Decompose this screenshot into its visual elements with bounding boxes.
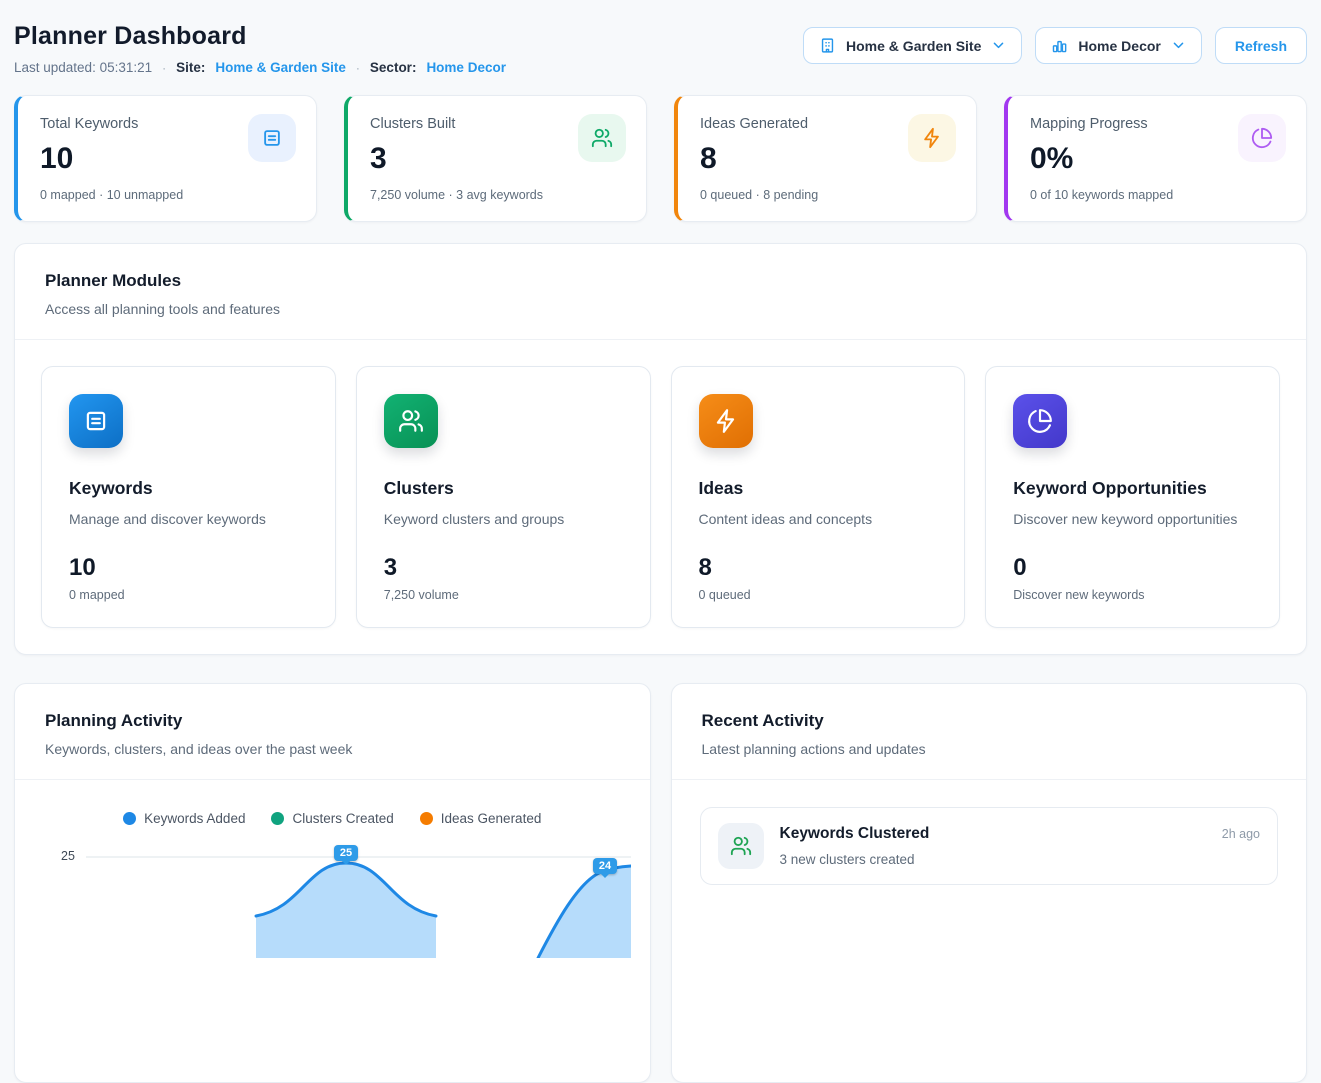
module-value: 3 [384, 554, 623, 582]
pie-chart-icon [1238, 114, 1286, 162]
stat-subtext: 0 of 10 keywords mapped [1030, 188, 1284, 202]
site-link[interactable]: Home & Garden Site [215, 60, 346, 75]
legend-item-ideas-generated[interactable]: Ideas Generated [420, 811, 542, 826]
module-description: Manage and discover keywords [69, 511, 308, 527]
bottom-row: Planning Activity Keywords, clusters, an… [14, 683, 1307, 1083]
legend-dot-icon [271, 812, 284, 825]
activity-description: 3 new clusters created [780, 852, 1206, 867]
site-label: Site: [176, 60, 205, 75]
legend-dot-icon [123, 812, 136, 825]
section-title: Planner Modules [45, 271, 1276, 291]
sector-selector-value: Home Decor [1078, 38, 1160, 54]
activity-text: Keywords Clustered 3 new clusters create… [780, 823, 1206, 867]
sector-selector-dropdown[interactable]: Home Decor [1035, 27, 1201, 64]
meta-separator: · [356, 61, 360, 75]
activity-title: Keywords Clustered [780, 825, 1206, 843]
stat-card-mapping-progress: Mapping Progress 0% 0 of 10 keywords map… [1004, 95, 1307, 222]
module-card-keywords[interactable]: Keywords Manage and discover keywords 10… [41, 366, 336, 628]
building-icon [819, 37, 836, 54]
section-title: Recent Activity [702, 711, 1277, 731]
users-icon [578, 114, 626, 162]
topbar-left: Planner Dashboard Last updated: 05:31:21… [14, 22, 506, 75]
planning-activity-header: Planning Activity Keywords, clusters, an… [15, 684, 650, 780]
document-icon [248, 114, 296, 162]
bar-chart-icon [1051, 37, 1068, 54]
module-title: Keyword Opportunities [1013, 478, 1252, 499]
module-card-ideas[interactable]: Ideas Content ideas and concepts 8 0 que… [671, 366, 966, 628]
refresh-button[interactable]: Refresh [1215, 27, 1307, 64]
legend-item-keywords-added[interactable]: Keywords Added [123, 811, 245, 826]
site-selector-dropdown[interactable]: Home & Garden Site [803, 27, 1022, 64]
stat-subtext: 7,250 volume · 3 avg keywords [370, 188, 624, 202]
chevron-down-icon [1171, 38, 1186, 53]
activity-area-chart: 25 25 24 [15, 838, 650, 978]
sector-label: Sector: [370, 60, 417, 75]
module-title: Clusters [384, 478, 623, 499]
module-description: Discover new keyword opportunities [1013, 511, 1252, 527]
pie-chart-icon [1013, 394, 1067, 448]
sector-link[interactable]: Home Decor [426, 60, 506, 75]
module-subtext: 7,250 volume [384, 588, 623, 602]
legend-dot-icon [420, 812, 433, 825]
section-subtitle: Latest planning actions and updates [702, 741, 1277, 757]
legend-label: Keywords Added [144, 811, 245, 826]
module-subtext: Discover new keywords [1013, 588, 1252, 602]
section-title: Planning Activity [45, 711, 620, 731]
module-value: 8 [699, 554, 938, 582]
legend-item-clusters-created[interactable]: Clusters Created [271, 811, 393, 826]
zap-icon [908, 114, 956, 162]
module-value: 0 [1013, 554, 1252, 582]
module-description: Content ideas and concepts [699, 511, 938, 527]
section-subtitle: Access all planning tools and features [45, 301, 1276, 317]
recent-activity-header: Recent Activity Latest planning actions … [672, 684, 1307, 780]
stat-card-ideas-generated: Ideas Generated 8 0 queued · 8 pending [674, 95, 977, 222]
module-subtext: 0 queued [699, 588, 938, 602]
recent-activity-panel: Recent Activity Latest planning actions … [671, 683, 1308, 1083]
data-point-label: 25 [334, 845, 358, 861]
page-title: Planner Dashboard [14, 22, 506, 51]
planner-modules-header: Planner Modules Access all planning tool… [15, 244, 1306, 340]
planning-activity-panel: Planning Activity Keywords, clusters, an… [14, 683, 651, 1083]
area-chart-canvas [86, 838, 631, 958]
module-card-clusters[interactable]: Clusters Keyword clusters and groups 3 7… [356, 366, 651, 628]
zap-icon [699, 394, 753, 448]
topbar-controls: Home & Garden Site Home Decor [803, 27, 1307, 64]
stat-card-total-keywords: Total Keywords 10 0 mapped · 10 unmapped [14, 95, 317, 222]
legend-label: Ideas Generated [441, 811, 542, 826]
stat-card-clusters-built: Clusters Built 3 7,250 volume · 3 avg ke… [344, 95, 647, 222]
stat-subtext: 0 mapped · 10 unmapped [40, 188, 294, 202]
legend-label: Clusters Created [292, 811, 393, 826]
meta-separator: · [162, 61, 166, 75]
chart-legend: Keywords Added Clusters Created Ideas Ge… [15, 811, 650, 826]
module-title: Keywords [69, 478, 308, 499]
module-description: Keyword clusters and groups [384, 511, 623, 527]
module-cards-grid: Keywords Manage and discover keywords 10… [15, 340, 1306, 654]
stat-subtext: 0 queued · 8 pending [700, 188, 954, 202]
data-point-label: 24 [593, 858, 617, 874]
activity-list-item: Keywords Clustered 3 new clusters create… [700, 807, 1279, 885]
planner-dashboard-page: Planner Dashboard Last updated: 05:31:21… [0, 0, 1321, 1083]
last-updated-text: Last updated: 05:31:21 [14, 60, 152, 75]
module-value: 10 [69, 554, 308, 582]
section-subtitle: Keywords, clusters, and ideas over the p… [45, 741, 620, 757]
y-axis-tick: 25 [61, 849, 75, 863]
stat-cards-row: Total Keywords 10 0 mapped · 10 unmapped… [14, 95, 1307, 222]
users-icon [718, 823, 764, 869]
module-subtext: 0 mapped [69, 588, 308, 602]
meta-line: Last updated: 05:31:21 · Site: Home & Ga… [14, 60, 506, 75]
module-title: Ideas [699, 478, 938, 499]
recent-activity-list: Keywords Clustered 3 new clusters create… [672, 780, 1307, 912]
document-icon [69, 394, 123, 448]
module-card-keyword-opportunities[interactable]: Keyword Opportunities Discover new keywo… [985, 366, 1280, 628]
planner-modules-panel: Planner Modules Access all planning tool… [14, 243, 1307, 655]
chevron-down-icon [991, 38, 1006, 53]
topbar: Planner Dashboard Last updated: 05:31:21… [14, 22, 1307, 75]
site-selector-value: Home & Garden Site [846, 38, 981, 54]
activity-timestamp: 2h ago [1222, 823, 1260, 841]
users-icon [384, 394, 438, 448]
